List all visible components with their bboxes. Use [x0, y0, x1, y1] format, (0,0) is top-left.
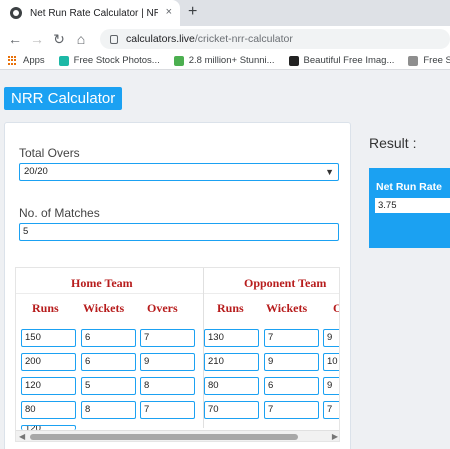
- url-host: calculators.live: [126, 33, 195, 45]
- horizontal-scrollbar[interactable]: ◀ ▶: [16, 430, 339, 441]
- home-runs-input[interactable]: 80: [21, 401, 76, 419]
- bookmark-label: Apps: [23, 55, 45, 66]
- tab-strip: Net Run Rate Calculator | NRR c × +: [0, 0, 450, 26]
- home-wickets-input[interactable]: 5: [81, 377, 136, 395]
- col-home-wickets: Wickets: [83, 301, 125, 315]
- net-run-rate-label: Net Run Rate: [376, 181, 442, 193]
- page-content: NRR Calculator Total Overs 20/20 ▼ No. o…: [0, 70, 450, 449]
- pixabay-favicon-icon: [173, 55, 184, 66]
- apps-grid-icon: [8, 55, 18, 66]
- brand-logo[interactable]: NRR Calculator: [4, 87, 123, 110]
- col-opp-overs: O: [333, 301, 339, 316]
- header-divider: [16, 293, 339, 294]
- total-overs-label: Total Overs: [19, 146, 80, 160]
- scroll-right-icon[interactable]: ▶: [332, 432, 338, 441]
- chevron-down-icon: ▼: [325, 167, 334, 177]
- home-runs-input[interactable]: 120: [21, 377, 76, 395]
- bookmark-apps[interactable]: Apps: [8, 55, 45, 66]
- col-home-overs: Overs: [147, 301, 178, 315]
- forward-icon[interactable]: →: [26, 31, 48, 47]
- col-opp-runs: Runs: [217, 301, 244, 315]
- seo-tools-favicon-icon: [408, 55, 419, 66]
- total-overs-select[interactable]: 20/20 ▼: [19, 163, 339, 181]
- opp-overs-input[interactable]: 9: [323, 329, 339, 347]
- back-icon[interactable]: ←: [4, 31, 26, 47]
- net-run-rate-output[interactable]: 3.75: [375, 198, 450, 213]
- home-wickets-input[interactable]: 8: [81, 401, 136, 419]
- opp-overs-input[interactable]: 7: [323, 401, 339, 419]
- bookmark-label: Free Seo Too: [423, 55, 450, 66]
- browser-toolbar: ← → ↻ ⌂ calculators.live /cricket-nrr-ca…: [0, 26, 450, 52]
- home-overs-input[interactable]: 9: [140, 353, 195, 371]
- opp-overs-input[interactable]: 10: [323, 353, 339, 371]
- browser-tab[interactable]: Net Run Rate Calculator | NRR c ×: [0, 0, 180, 26]
- matches-label: No. of Matches: [19, 206, 100, 220]
- opp-runs-input[interactable]: 80: [204, 377, 259, 395]
- opp-wickets-input[interactable]: 9: [264, 353, 319, 371]
- url-path: /cricket-nrr-calculator: [194, 33, 293, 45]
- bookmark-free-seo-tools[interactable]: Free Seo Too: [408, 55, 450, 66]
- bookmark-label: Free Stock Photos...: [73, 55, 160, 66]
- home-runs-input[interactable]: 200: [21, 353, 76, 371]
- home-runs-input[interactable]: 150: [21, 329, 76, 347]
- home-overs-input[interactable]: 8: [140, 377, 195, 395]
- opp-wickets-input[interactable]: 7: [264, 329, 319, 347]
- result-card: Net Run Rate 3.75: [369, 168, 450, 248]
- new-tab-icon[interactable]: +: [188, 3, 197, 21]
- calculator-card: Total Overs 20/20 ▼ No. of Matches 5 Hom…: [4, 122, 351, 449]
- total-overs-value: 20/20: [24, 166, 48, 177]
- opp-overs-input[interactable]: 9: [323, 377, 339, 395]
- bookmark-label: 2.8 million+ Stunni...: [188, 55, 275, 66]
- scrollbar-thumb[interactable]: [30, 434, 298, 440]
- home-overs-input[interactable]: 7: [140, 329, 195, 347]
- lock-icon: [110, 34, 118, 44]
- close-tab-icon[interactable]: ×: [166, 6, 172, 18]
- pexels-favicon-icon: [58, 55, 69, 66]
- bookmark-stunning-photos[interactable]: 2.8 million+ Stunni...: [173, 55, 275, 66]
- bookmarks-bar: Apps Free Stock Photos... 2.8 million+ S…: [0, 52, 450, 70]
- home-team-header: Home Team: [71, 276, 133, 290]
- home-wickets-input[interactable]: 6: [81, 353, 136, 371]
- reload-icon[interactable]: ↻: [48, 31, 70, 48]
- bookmark-free-stock-photos[interactable]: Free Stock Photos...: [58, 55, 160, 66]
- opp-wickets-input[interactable]: 6: [264, 377, 319, 395]
- bookmark-label: Beautiful Free Imag...: [303, 55, 395, 66]
- home-icon[interactable]: ⌂: [70, 31, 92, 47]
- tab-title: Net Run Rate Calculator | NRR c: [30, 7, 158, 19]
- site-favicon-icon: [10, 7, 22, 19]
- home-wickets-input[interactable]: 6: [81, 329, 136, 347]
- result-title: Result :: [369, 135, 417, 151]
- home-overs-input[interactable]: 7: [140, 401, 195, 419]
- col-home-runs: Runs: [32, 301, 59, 315]
- col-opp-wickets: Wickets: [266, 301, 308, 315]
- opponent-team-header: Opponent Team: [244, 276, 327, 290]
- bookmark-free-images[interactable]: Beautiful Free Imag...: [288, 55, 395, 66]
- opp-runs-input[interactable]: 70: [204, 401, 259, 419]
- opp-wickets-input[interactable]: 7: [264, 401, 319, 419]
- opp-runs-input[interactable]: 210: [204, 353, 259, 371]
- opp-runs-input[interactable]: 130: [204, 329, 259, 347]
- scroll-left-icon[interactable]: ◀: [19, 432, 25, 441]
- scores-table: Home Team Opponent Team Runs Wickets Ove…: [15, 267, 340, 442]
- unsplash-favicon-icon: [288, 55, 299, 66]
- matches-input[interactable]: 5: [19, 223, 339, 241]
- address-bar[interactable]: calculators.live /cricket-nrr-calculator: [100, 29, 450, 49]
